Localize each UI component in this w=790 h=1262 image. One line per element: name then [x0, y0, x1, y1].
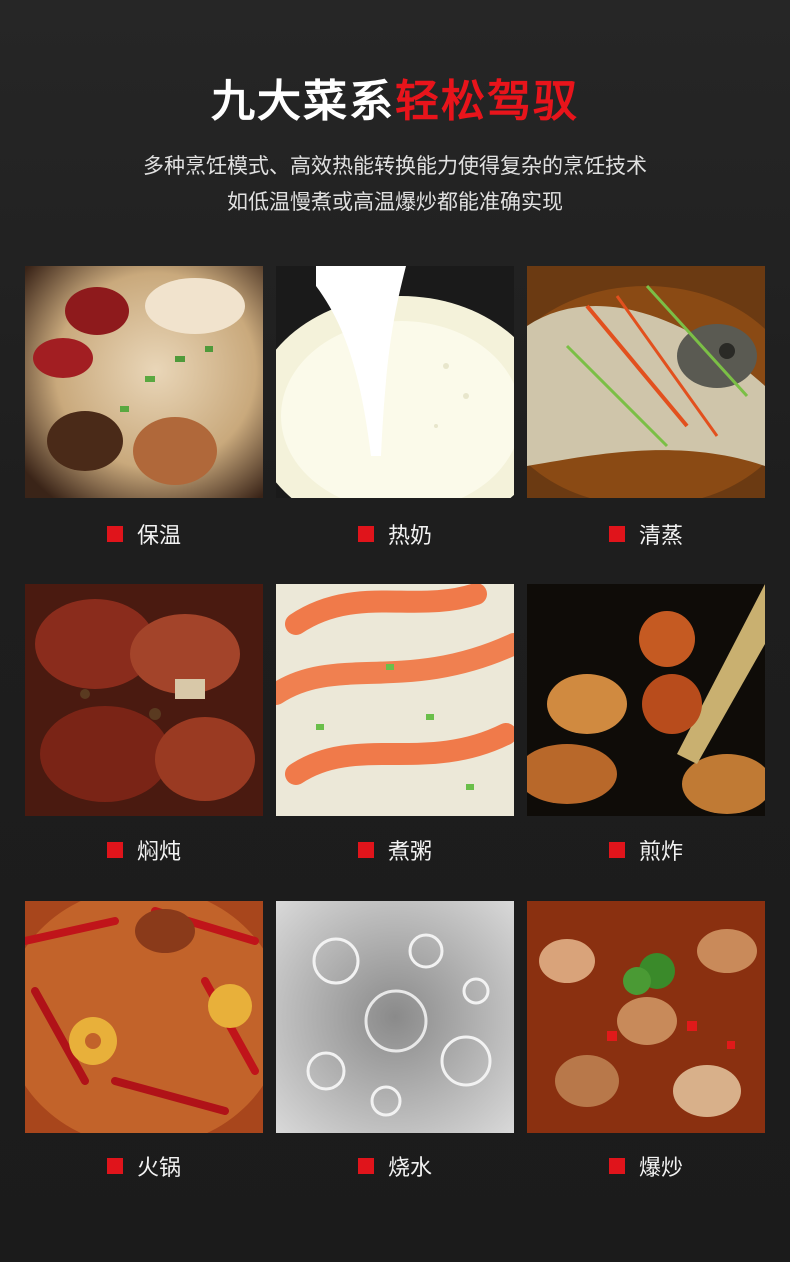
- red-square-icon: [106, 842, 123, 858]
- dish-photo-steamed-fish: [527, 266, 765, 498]
- dish-label-stir-fry: 爆炒: [527, 1151, 765, 1181]
- dish-label-porridge: 煮粥: [276, 835, 514, 865]
- red-square-icon: [608, 842, 625, 858]
- dish-photo-braise: [25, 584, 263, 816]
- dish-photo-hot-milk: [276, 266, 514, 498]
- dish-label-hotpot: 火锅: [25, 1151, 263, 1181]
- title-highlight: 轻松驾驭: [395, 76, 579, 127]
- dish-label-hot-milk: 热奶: [276, 519, 514, 549]
- dish-photo-stir-fry: [527, 901, 765, 1133]
- dish-photo-boil-water: [276, 901, 514, 1133]
- dish-label-keep-warm: 保温: [25, 519, 263, 549]
- subtitle-line-1: 多种烹饪模式、高效热能转换能力使得复杂的烹饪技术: [143, 154, 647, 178]
- dish-label-braise: 焖炖: [25, 835, 263, 865]
- dish-photo-keep-warm: [25, 266, 263, 498]
- dish-photo-porridge: [276, 584, 514, 816]
- dish-photo-hotpot: [25, 901, 263, 1133]
- dish-label-boil-water: 烧水: [276, 1151, 514, 1181]
- red-square-icon: [608, 1158, 625, 1174]
- red-square-icon: [106, 1158, 123, 1174]
- title-white: 九大菜系: [211, 76, 395, 127]
- subtitle-line-2: 如低温慢煮或高温爆炒都能准确实现: [227, 190, 563, 214]
- red-square-icon: [106, 526, 123, 542]
- dish-label-steam: 清蒸: [527, 519, 765, 549]
- red-square-icon: [357, 526, 374, 542]
- red-square-icon: [608, 526, 625, 542]
- dish-photo-fry: [527, 584, 765, 816]
- red-square-icon: [357, 842, 374, 858]
- red-square-icon: [357, 1158, 374, 1174]
- dish-label-fry: 煎炸: [527, 835, 765, 865]
- page-title: 九大菜系轻松驾驭: [0, 74, 790, 130]
